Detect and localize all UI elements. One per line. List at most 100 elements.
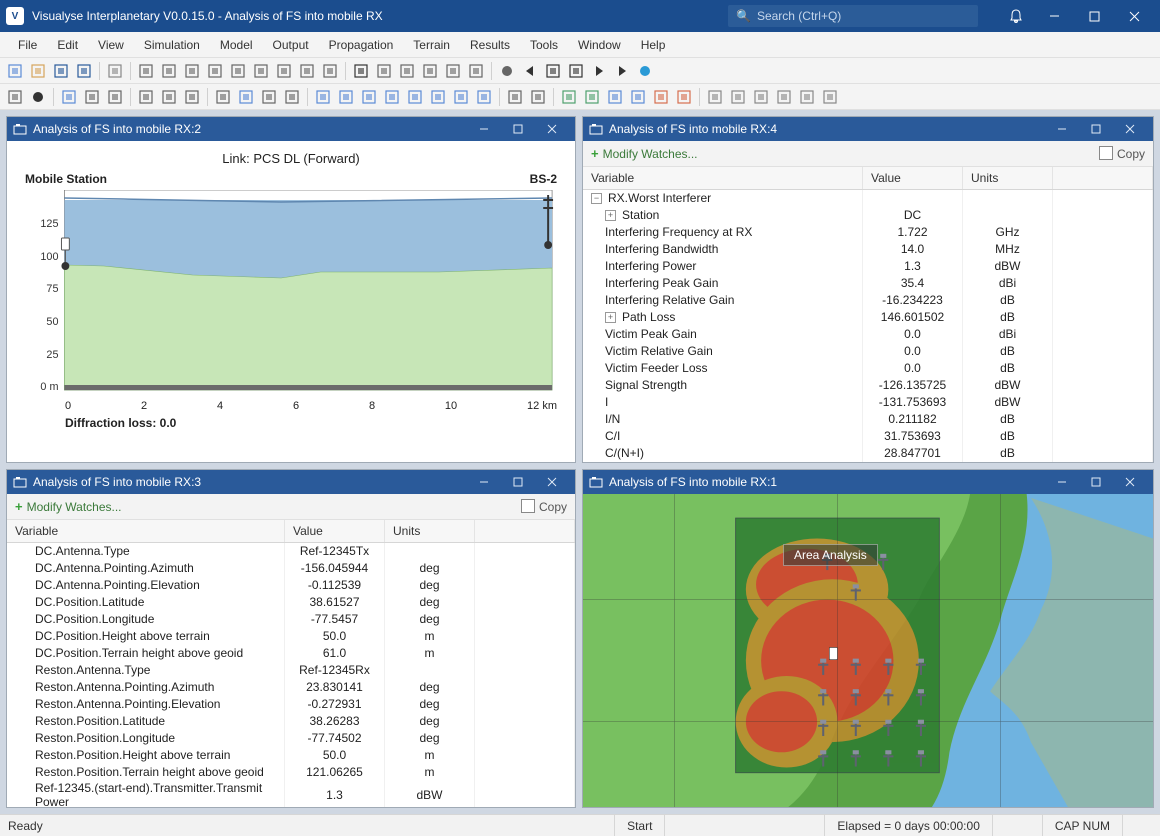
modify-watches-link[interactable]: Modify Watches... (27, 500, 122, 514)
table-row[interactable]: +Path Loss146.601502dB (583, 308, 1153, 325)
layer-2-icon[interactable] (581, 86, 603, 108)
copy-icon[interactable] (104, 60, 126, 82)
table-row[interactable]: Signal Strength-126.135725dBW (583, 376, 1153, 393)
zoom-in-icon[interactable] (396, 60, 418, 82)
col-variable[interactable]: Variable (7, 520, 285, 542)
panel-map-title[interactable]: Analysis of FS into mobile RX:1 (583, 470, 1153, 494)
panel-maximize-button[interactable] (1079, 473, 1113, 491)
notifications-icon[interactable] (998, 0, 1034, 32)
pause-icon[interactable] (565, 60, 587, 82)
table-row[interactable]: Interfering Frequency at RX1.722GHz (583, 223, 1153, 240)
table-row[interactable]: I/N0.211182dB (583, 410, 1153, 427)
table-row[interactable]: Reston.Antenna.TypeRef-12345Rx (7, 661, 575, 678)
expander-icon[interactable]: − (591, 193, 602, 204)
table-row[interactable]: Victim Relative Gain0.0dB (583, 342, 1153, 359)
menu-terrain[interactable]: Terrain (403, 35, 460, 55)
close-button[interactable] (1114, 0, 1154, 32)
table-row[interactable]: C/(N+I)28.847701dB (583, 444, 1153, 461)
view-spectrum-icon[interactable] (319, 60, 341, 82)
layer-1-icon[interactable] (558, 86, 580, 108)
table-row[interactable]: Victim Peak Gain0.0dBi (583, 325, 1153, 342)
view-2d-icon[interactable] (135, 60, 157, 82)
menu-window[interactable]: Window (568, 35, 631, 55)
table-row[interactable]: DC.Position.Latitude38.61527deg (7, 593, 575, 610)
plus-icon[interactable]: + (15, 499, 23, 514)
station-1-icon[interactable] (312, 86, 334, 108)
zoom-fit-icon[interactable] (442, 60, 464, 82)
panel-minimize-button[interactable] (467, 473, 501, 491)
tool-e-icon[interactable] (796, 86, 818, 108)
tool-a-icon[interactable] (704, 86, 726, 108)
view-terrain-icon[interactable] (204, 60, 226, 82)
panel-close-button[interactable] (1113, 120, 1147, 138)
clock-icon[interactable] (496, 60, 518, 82)
save-as-icon[interactable] (73, 60, 95, 82)
maximize-button[interactable] (1074, 0, 1114, 32)
play-icon[interactable] (588, 60, 610, 82)
table-row[interactable]: Reston.Position.Height above terrain50.0… (7, 746, 575, 763)
panel-chart-title[interactable]: Analysis of FS into mobile RX:2 (7, 117, 575, 141)
menu-results[interactable]: Results (460, 35, 520, 55)
node-icon[interactable] (81, 86, 103, 108)
tool-c-icon[interactable] (750, 86, 772, 108)
station-7-icon[interactable] (450, 86, 472, 108)
table-row[interactable]: Interfering Power1.3dBW (583, 257, 1153, 274)
station-3-icon[interactable] (358, 86, 380, 108)
tool-b-icon[interactable] (727, 86, 749, 108)
layer-5-icon[interactable] (650, 86, 672, 108)
menu-view[interactable]: View (88, 35, 134, 55)
station-6-icon[interactable] (427, 86, 449, 108)
expander-icon[interactable]: + (605, 312, 616, 323)
expander-icon[interactable]: + (605, 210, 616, 221)
panel-minimize-button[interactable] (467, 120, 501, 138)
table-row[interactable]: Reston.Antenna.Pointing.Elevation-0.2729… (7, 695, 575, 712)
station-5-icon[interactable] (404, 86, 426, 108)
panel-close-button[interactable] (1113, 473, 1147, 491)
menu-propagation[interactable]: Propagation (319, 35, 404, 55)
variable-x-icon[interactable] (281, 86, 303, 108)
panel-minimize-button[interactable] (1045, 120, 1079, 138)
layer-4-icon[interactable] (627, 86, 649, 108)
table-row[interactable]: Interfering Peak Gain35.4dBi (583, 274, 1153, 291)
panel-watch-4-title[interactable]: Analysis of FS into mobile RX:4 (583, 117, 1153, 141)
plus-icon[interactable]: + (591, 146, 599, 161)
panel-minimize-button[interactable] (1045, 473, 1079, 491)
station-2-icon[interactable] (335, 86, 357, 108)
col-variable[interactable]: Variable (583, 167, 863, 189)
stop-icon[interactable] (542, 60, 564, 82)
panel-close-button[interactable] (535, 120, 569, 138)
table-row[interactable]: Reston.Position.Latitude38.26283deg (7, 712, 575, 729)
info-icon[interactable] (634, 60, 656, 82)
view-coverage-icon[interactable] (296, 60, 318, 82)
table-row[interactable]: Interfering Relative Gain-16.234223dB (583, 291, 1153, 308)
sigma-icon[interactable] (504, 86, 526, 108)
zoom-out-icon[interactable] (419, 60, 441, 82)
range-icon[interactable] (158, 86, 180, 108)
menu-simulation[interactable]: Simulation (134, 35, 210, 55)
station-4-icon[interactable] (381, 86, 403, 108)
table-row[interactable]: Reston.Antenna.Pointing.Azimuth23.830141… (7, 678, 575, 695)
panel-table-scroll[interactable]: Variable Value Units DC.Antenna.TypeRef-… (7, 520, 575, 807)
layer-6-icon[interactable] (673, 86, 695, 108)
panel-table-scroll[interactable]: Variable Value Units −RX.Worst Interfere… (583, 167, 1153, 462)
antenna-icon[interactable] (4, 86, 26, 108)
col-units[interactable]: Units (963, 167, 1053, 189)
new-file-icon[interactable] (4, 60, 26, 82)
view-table-icon[interactable] (250, 60, 272, 82)
tool-d-icon[interactable] (773, 86, 795, 108)
menu-tools[interactable]: Tools (520, 35, 568, 55)
col-value[interactable]: Value (863, 167, 963, 189)
menu-edit[interactable]: Edit (47, 35, 88, 55)
panel-maximize-button[interactable] (501, 120, 535, 138)
save-icon[interactable] (50, 60, 72, 82)
open-file-icon[interactable] (27, 60, 49, 82)
station-8-icon[interactable] (473, 86, 495, 108)
pointer-icon[interactable] (350, 60, 372, 82)
add-node-icon[interactable] (235, 86, 257, 108)
table-row[interactable]: Reston.Position.Terrain height above geo… (7, 763, 575, 780)
search-box[interactable]: 🔍 Search (Ctrl+Q) (728, 5, 978, 27)
table-row[interactable]: +StationDC (583, 206, 1153, 223)
col-value[interactable]: Value (285, 520, 385, 542)
menu-model[interactable]: Model (210, 35, 263, 55)
table-row[interactable]: DC.Position.Height above terrain50.0m (7, 627, 575, 644)
